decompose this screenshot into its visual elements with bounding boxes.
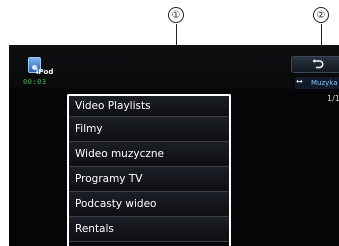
scroll-arrows-icon: ↔ — [296, 77, 303, 86]
menu-item-rentals[interactable]: Rentals — [69, 217, 229, 242]
source-label: iPod — [36, 68, 54, 76]
scroll-tag-text: Muzyka — [311, 79, 338, 87]
menu-item-podcasty-wideo[interactable]: Podcasty wideo — [69, 192, 229, 217]
back-icon — [312, 59, 324, 69]
menu-item-wideo-muzyczne[interactable]: Wideo muzyczne — [69, 142, 229, 167]
callout-2: ② — [313, 7, 329, 23]
playback-time: 00:03 — [23, 78, 47, 86]
back-button[interactable] — [291, 56, 339, 73]
text-scroll-toggle[interactable]: ↔ Muzyka — [295, 77, 339, 89]
source-indicator[interactable]: iPod 00:03 — [23, 56, 59, 89]
menu-item-programy-tv[interactable]: Programy TV — [69, 167, 229, 192]
video-menu-list: Video Playlists Filmy Wideo muzyczne Pro… — [67, 94, 231, 246]
menu-item-filmy[interactable]: Filmy — [69, 117, 229, 142]
head-unit-screen: iPod 00:03 ↔ Muzyka 1/1 Video Playlists … — [9, 45, 339, 246]
page-indicator: 1/1 — [327, 94, 339, 103]
callout-1: ① — [168, 7, 184, 23]
menu-item-video-playlists[interactable]: Video Playlists — [69, 96, 229, 117]
